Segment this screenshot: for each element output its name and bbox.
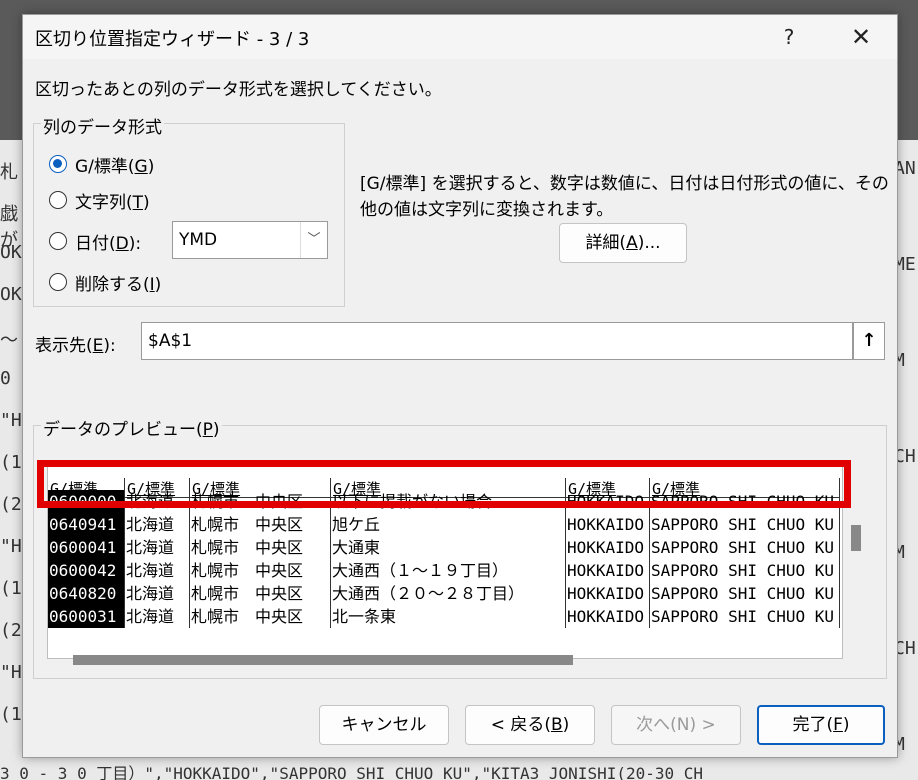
preview-cell: 北海道 — [125, 536, 190, 559]
advanced-button[interactable]: 詳細(A)... — [559, 223, 687, 263]
title-bar: 区切り位置指定ウィザード - 3 / 3 ? ✕ — [23, 15, 897, 59]
collapse-dialog-icon[interactable]: ↑ — [853, 322, 885, 360]
preview-cell: SAPPORO SHI CHUO KU — [650, 513, 840, 536]
close-button[interactable]: ✕ — [839, 21, 883, 53]
column-format-label: 列のデータ形式 — [41, 113, 164, 138]
preview-cell: HOKKAIDO — [566, 605, 650, 628]
radio-skip-icon[interactable] — [49, 273, 67, 291]
preview-vertical-scrollbar[interactable] — [849, 515, 863, 655]
preview-cell: HOKKAIDO — [566, 536, 650, 559]
preview-cell: SAPPORO SHI CHUO KU — [650, 559, 840, 582]
preview-row: 0640941 北海道 札幌市 中央区 旭ケ丘 HOKKAIDO SAPPORO SHI … — [48, 513, 842, 536]
finish-button[interactable]: 完了(F) — [757, 705, 885, 745]
radio-text-icon[interactable] — [49, 191, 67, 209]
radio-general-label: G/標準(G) — [75, 156, 155, 177]
preview-cell: 北海道 — [125, 605, 190, 628]
format-description: [G/標準] を選択すると、数字は数値に、日付は日付形式の値に、その他の値は文字… — [360, 174, 889, 220]
preview-cell: 0600031 — [48, 605, 125, 628]
preview-cell: 北海道 — [125, 559, 190, 582]
radio-text[interactable]: 文字列(T) — [49, 185, 150, 215]
preview-horizontal-scrollbar[interactable] — [47, 653, 841, 667]
dialog-title: 区切り位置指定ウィザード - 3 / 3 — [35, 29, 310, 50]
preview-cell: 0640820 — [48, 582, 125, 605]
preview-cell: 北海道 — [125, 513, 190, 536]
highlight-annotation — [37, 460, 851, 508]
next-button[interactable]: 次へ(N) > — [611, 705, 741, 745]
radio-skip-label: 削除する(I) — [75, 274, 162, 295]
preview-cell: 旭ケ丘 — [331, 513, 566, 536]
preview-label: データのプレビュー(P) — [41, 415, 222, 440]
preview-cell: 0640941 — [48, 513, 125, 536]
radio-general[interactable]: G/標準(G) — [49, 149, 154, 179]
preview-cell: 札幌市 中央区 — [190, 513, 331, 536]
text-to-columns-wizard-dialog: 区切り位置指定ウィザード - 3 / 3 ? ✕ 区切ったあとの列のデータ形式を… — [22, 14, 898, 758]
back-button[interactable]: < 戻る(B) — [465, 705, 595, 745]
instruction-text: 区切ったあとの列のデータ形式を選択してください。 — [35, 80, 442, 100]
preview-row: 0600041 北海道 札幌市 中央区 大通東 HOKKAIDO SAPPORO SHI … — [48, 536, 842, 559]
preview-cell: 大通東 — [331, 536, 566, 559]
preview-row: 0640820 北海道 札幌市 中央区 大通西（２０～２８丁目） HOKKAIDO SAP… — [48, 582, 842, 605]
destination-label: 表示先(E): — [35, 336, 116, 356]
preview-cell: SAPPORO SHI CHUO KU — [650, 605, 840, 628]
radio-skip[interactable]: 削除する(I) — [49, 267, 161, 297]
preview-cell: 大通西（２０～２８丁目） — [331, 582, 566, 605]
scroll-thumb[interactable] — [851, 525, 861, 551]
preview-cell: SAPPORO SHI CHUO KU — [650, 536, 840, 559]
radio-date[interactable]: 日付(D): — [49, 226, 141, 256]
preview-row: 0600042 北海道 札幌市 中央区 大通西（１～１９丁目） HOKKAIDO SAPP… — [48, 559, 842, 582]
cancel-button[interactable]: キャンセル — [319, 705, 449, 745]
preview-cell: 札幌市 中央区 — [190, 559, 331, 582]
preview-cell: 北一条東 — [331, 605, 566, 628]
radio-text-label: 文字列(T) — [75, 192, 150, 213]
preview-cell: SAPPORO SHI CHUO KU — [650, 582, 840, 605]
date-format-value: YMD — [179, 230, 218, 250]
date-format-select[interactable]: YMD ﹀ — [172, 221, 328, 259]
radio-date-label: 日付(D): — [75, 233, 142, 254]
preview-cell: HOKKAIDO — [566, 582, 650, 605]
radio-date-icon[interactable] — [49, 232, 67, 250]
preview-cell: 0600041 — [48, 536, 125, 559]
preview-cell: 0600042 — [48, 559, 125, 582]
radio-general-icon[interactable] — [49, 155, 67, 173]
preview-cell: 大通西（１～１９丁目） — [331, 559, 566, 582]
preview-row: 0600031 北海道 札幌市 中央区 北一条東 HOKKAIDO SAPPORO SHI… — [48, 605, 842, 628]
chevron-down-icon[interactable]: ﹀ — [300, 222, 327, 258]
destination-input[interactable]: $A$1 — [141, 322, 853, 360]
help-button[interactable]: ? — [769, 21, 809, 53]
preview-cell: HOKKAIDO — [566, 513, 650, 536]
sheet-bottom-row: 3 0 - 3 0 丁目）","HOKKAIDO","SAPPORO SHI C… — [0, 764, 704, 780]
preview-cell: 札幌市 中央区 — [190, 536, 331, 559]
preview-cell: 札幌市 中央区 — [190, 582, 331, 605]
destination-value: $A$1 — [148, 331, 193, 351]
preview-cell: HOKKAIDO — [566, 559, 650, 582]
preview-cell: 札幌市 中央区 — [190, 605, 331, 628]
scroll-thumb[interactable] — [73, 655, 573, 665]
preview-cell: 北海道 — [125, 582, 190, 605]
